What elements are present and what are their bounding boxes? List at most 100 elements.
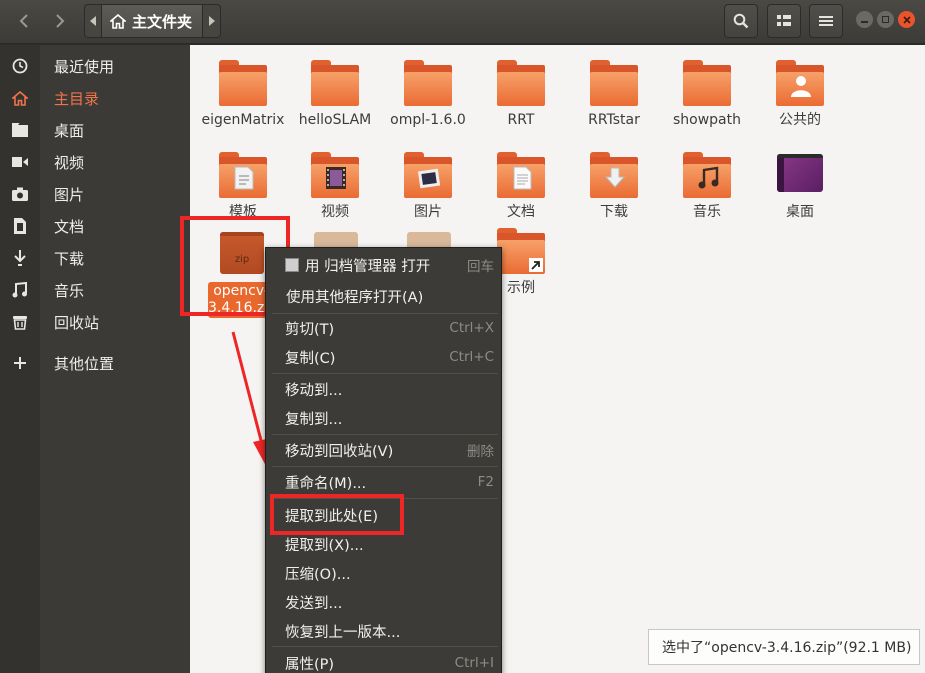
- file-item[interactable]: 音乐: [661, 152, 753, 221]
- list-view-icon: [777, 15, 791, 26]
- menu-item-label: 使用其他程序打开(A): [286, 289, 424, 306]
- menu-item-label: 移动到回收站(V): [285, 443, 394, 460]
- menu-item-label: 剪切(T): [285, 321, 335, 338]
- folder-icon: [589, 60, 639, 108]
- sidebar-item-pictures[interactable]: 图片: [0, 178, 190, 210]
- sidebar-item-videos[interactable]: 视频: [0, 146, 190, 178]
- sidebar-item-recent[interactable]: 最近使用: [0, 50, 190, 82]
- sidebar-item-home[interactable]: 主目录: [0, 82, 190, 114]
- pictures-folder-icon: [403, 152, 453, 200]
- forward-button[interactable]: [42, 4, 78, 38]
- maximize-icon: [882, 16, 889, 23]
- menu-item-properties[interactable]: 属性(P) Ctrl+I: [266, 649, 503, 673]
- menu-item-open-archive-manager[interactable]: 用 归档管理器 打开 回车: [266, 251, 503, 279]
- sidebar-item-desktop[interactable]: 桌面: [0, 114, 190, 146]
- back-button[interactable]: [6, 4, 42, 38]
- view-toggle-button[interactable]: [767, 4, 801, 38]
- menu-button[interactable]: [809, 4, 843, 38]
- sidebar-item-label: 视频: [54, 153, 85, 172]
- file-item[interactable]: RRT: [475, 60, 567, 129]
- path-bar: 主文件夹: [84, 4, 222, 38]
- menu-separator: [272, 466, 498, 467]
- chevron-left-icon: [19, 14, 28, 28]
- file-item[interactable]: 下载: [568, 152, 660, 221]
- file-item[interactable]: 视频: [289, 152, 381, 221]
- sidebar-item-label: 回收站: [54, 313, 100, 332]
- download-icon: [0, 250, 40, 266]
- file-name: 视频: [321, 204, 349, 220]
- menu-item-send-to[interactable]: 发送到...: [266, 588, 503, 616]
- folder-icon: [218, 60, 268, 108]
- sidebar-item-label: 最近使用: [54, 57, 115, 76]
- file-item[interactable]: ompl-1.6.0: [382, 60, 474, 129]
- sidebar-item-label: 音乐: [54, 281, 85, 300]
- menu-item-shortcut: Ctrl+I: [454, 655, 494, 671]
- hamburger-icon: [819, 16, 833, 26]
- menu-separator: [272, 434, 498, 435]
- plus-icon: [0, 357, 40, 369]
- folder-icon: [403, 60, 453, 108]
- file-name: showpath: [672, 112, 741, 128]
- clock-icon: [0, 58, 40, 74]
- file-item[interactable]: 文档: [475, 152, 567, 221]
- menu-item-compress[interactable]: 压缩(O)...: [266, 559, 503, 587]
- menu-item-label: 复制(C): [285, 350, 336, 367]
- menu-item-shortcut: 删除: [467, 444, 494, 460]
- sidebar-item-label: 桌面: [54, 121, 85, 140]
- sidebar-item-label: 主目录: [54, 89, 100, 108]
- folder-icon: [496, 60, 546, 108]
- sidebar-item-label: 下载: [54, 249, 85, 268]
- triangle-left-icon: [90, 16, 96, 26]
- minimize-button[interactable]: [856, 11, 873, 28]
- path-scroll-right-button[interactable]: [203, 4, 222, 38]
- menu-item-restore-previous-version[interactable]: 恢复到上一版本...: [266, 617, 503, 645]
- folder-icon: [310, 60, 360, 108]
- folder-icon: [682, 60, 732, 108]
- triangle-right-icon: [208, 16, 215, 26]
- home-icon: [110, 13, 126, 29]
- menu-item-cut[interactable]: 剪切(T) Ctrl+X: [266, 314, 503, 342]
- music-icon: [0, 282, 40, 298]
- maximize-button[interactable]: [877, 11, 894, 28]
- file-item[interactable]: helloSLAM: [289, 60, 381, 129]
- sidebar-item-music[interactable]: 音乐: [0, 274, 190, 306]
- menu-item-shortcut: Ctrl+C: [449, 349, 494, 365]
- file-name: ompl-1.6.0: [390, 112, 466, 128]
- archive-manager-icon: [285, 258, 299, 272]
- file-item[interactable]: 模板: [197, 152, 289, 221]
- menu-item-move-to[interactable]: 移动到...: [266, 375, 503, 403]
- music-folder-icon: [682, 152, 732, 200]
- sidebar-item-trash[interactable]: 回收站: [0, 306, 190, 338]
- trash-icon: [0, 314, 40, 330]
- file-item[interactable]: RRTstar: [568, 60, 660, 129]
- navigation-buttons: [6, 4, 78, 38]
- file-item[interactable]: 公共的: [754, 60, 846, 129]
- search-button[interactable]: [724, 4, 758, 38]
- search-icon: [733, 13, 749, 29]
- chevron-right-icon: [56, 14, 65, 28]
- sidebar-item-label: 图片: [54, 185, 85, 204]
- file-item[interactable]: 桌面: [754, 152, 846, 221]
- folder-icon: [0, 123, 40, 137]
- file-item[interactable]: 图片: [382, 152, 474, 221]
- path-scroll-left-button[interactable]: [84, 4, 102, 38]
- file-name: eigenMatrix: [201, 112, 285, 128]
- sidebar-item-downloads[interactable]: 下载: [0, 242, 190, 274]
- minimize-icon: [861, 20, 868, 23]
- file-name: 图片: [414, 204, 442, 220]
- file-item[interactable]: showpath: [661, 60, 753, 129]
- close-button[interactable]: [898, 11, 915, 28]
- menu-item-copy-to[interactable]: 复制到...: [266, 404, 503, 432]
- file-item[interactable]: eigenMatrix: [197, 60, 289, 129]
- menu-item-open-with[interactable]: 使用其他程序打开(A): [266, 282, 503, 310]
- menu-item-rename[interactable]: 重命名(M)... F2: [266, 468, 503, 496]
- menu-item-move-to-trash[interactable]: 移动到回收站(V) 删除: [266, 436, 503, 464]
- menu-item-copy[interactable]: 复制(C) Ctrl+C: [266, 343, 503, 371]
- breadcrumb-home[interactable]: 主文件夹: [102, 4, 204, 38]
- sidebar-item-documents[interactable]: 文档: [0, 210, 190, 242]
- menu-item-label: 发送到...: [285, 595, 343, 612]
- link-folder-icon: [496, 228, 546, 276]
- documents-folder-icon: [496, 152, 546, 200]
- sidebar-item-other-locations[interactable]: 其他位置: [0, 347, 190, 379]
- highlight-box-menu-item: [270, 494, 404, 535]
